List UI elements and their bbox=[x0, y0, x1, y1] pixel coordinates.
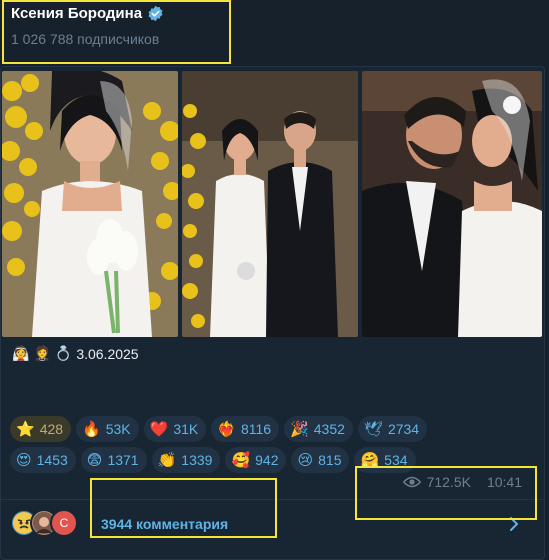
commenter-avatars: С bbox=[10, 509, 100, 539]
groom-emoji-icon: 🤵 bbox=[33, 345, 51, 361]
reaction-count: 534 bbox=[384, 452, 408, 468]
reaction-count: 53K bbox=[105, 421, 131, 437]
heart-on-fire-icon: ❤️‍🔥 bbox=[217, 420, 236, 438]
reaction-count: 428 bbox=[39, 421, 64, 437]
album-photo-3[interactable] bbox=[362, 71, 542, 337]
reaction-count: 31K bbox=[173, 421, 199, 437]
view-count: 712.5K bbox=[426, 474, 471, 490]
channel-name: Ксения Бородина bbox=[11, 5, 143, 22]
channel-post: 👰 🤵 💍 3.06.2025 ⭐ 428 🔥 53K ❤️ 31K ❤️‍🔥 8116 🎉 43… bbox=[0, 66, 545, 560]
hugging-face-icon: 🤗 bbox=[360, 451, 380, 469]
ring-emoji-icon: 💍 bbox=[54, 345, 73, 361]
reaction-count: 942 bbox=[255, 452, 279, 468]
post-caption: 👰 🤵 💍 3.06.2025 bbox=[12, 345, 139, 362]
reaction-heart-on-fire[interactable]: ❤️‍🔥 8116 bbox=[211, 416, 280, 442]
reaction-clapping-hands[interactable]: 👏 1339 bbox=[151, 447, 221, 473]
reaction-star[interactable]: ⭐ 428 bbox=[10, 416, 72, 442]
star-icon: ⭐ bbox=[16, 420, 35, 438]
comments-button[interactable]: С 3944 комментария bbox=[1, 504, 544, 544]
reaction-party-popper[interactable]: 🎉 4352 bbox=[284, 416, 353, 442]
reaction-count: 1339 bbox=[181, 452, 213, 468]
bride-emoji-icon: 👰 bbox=[12, 345, 30, 361]
avatar: С bbox=[50, 509, 78, 537]
chevron-right-icon bbox=[510, 517, 519, 531]
fearful-face-icon: 😨 bbox=[86, 451, 103, 469]
crying-face-icon: 😢 bbox=[297, 451, 314, 469]
dove-icon: 🕊 bbox=[363, 420, 383, 438]
reaction-row: ⭐ 428 🔥 53K ❤️ 31K ❤️‍🔥 8116 🎉 4352 🕊 2734 bbox=[10, 416, 540, 442]
reactions-bar: ⭐ 428 🔥 53K ❤️ 31K ❤️‍🔥 8116 🎉 4352 🕊 2734 😍 1453 😨 137… bbox=[10, 416, 540, 478]
heart-eyes-icon: 😍 bbox=[16, 451, 32, 469]
reaction-count: 4352 bbox=[313, 421, 345, 437]
reaction-smiling-hearts[interactable]: 🥰 942 bbox=[225, 447, 287, 473]
channel-header[interactable]: Ксения Бородина 1 026 788 подписчиков bbox=[0, 0, 549, 62]
reaction-count: 2734 bbox=[387, 421, 420, 437]
reaction-count: 1453 bbox=[36, 452, 68, 468]
party-popper-icon: 🎉 bbox=[290, 420, 309, 438]
comments-divider bbox=[1, 499, 544, 500]
reaction-hugging-face[interactable]: 🤗 534 bbox=[354, 447, 416, 473]
reaction-fearful-face[interactable]: 😨 1371 bbox=[80, 447, 147, 473]
reaction-fire[interactable]: 🔥 53K bbox=[76, 416, 139, 442]
verified-icon bbox=[148, 5, 163, 22]
reaction-heart-eyes[interactable]: 😍 1453 bbox=[10, 447, 76, 473]
smiling-hearts-icon: 🥰 bbox=[231, 451, 251, 469]
reaction-count: 815 bbox=[318, 452, 342, 468]
album-photo-2[interactable] bbox=[182, 71, 358, 337]
caption-date: 3.06.2025 bbox=[76, 345, 139, 362]
reaction-dove[interactable]: 🕊 2734 bbox=[357, 416, 428, 442]
comments-count: 3944 комментария bbox=[101, 516, 229, 532]
reaction-count: 8116 bbox=[240, 421, 272, 437]
eye-icon bbox=[402, 476, 421, 488]
fire-icon: 🔥 bbox=[82, 420, 101, 438]
avatar-letter: С bbox=[59, 516, 69, 530]
post-meta: 712.5K 10:41 bbox=[402, 474, 522, 490]
album-photo-1[interactable] bbox=[2, 71, 178, 337]
post-time: 10:41 bbox=[486, 474, 522, 490]
heart-icon: ❤️ bbox=[149, 420, 169, 438]
reaction-crying-face[interactable]: 😢 815 bbox=[291, 447, 350, 473]
subscriber-count: 1 026 788 подписчиков bbox=[11, 31, 160, 47]
reaction-count: 1371 bbox=[107, 452, 139, 468]
channel-title[interactable]: Ксения Бородина bbox=[11, 5, 164, 22]
reaction-row: 😍 1453 😨 1371 👏 1339 🥰 942 😢 815 🤗 534 bbox=[10, 447, 540, 473]
clapping-hands-icon: 👏 bbox=[157, 451, 177, 469]
reaction-heart[interactable]: ❤️ 31K bbox=[143, 416, 207, 442]
photo-album bbox=[2, 71, 542, 337]
